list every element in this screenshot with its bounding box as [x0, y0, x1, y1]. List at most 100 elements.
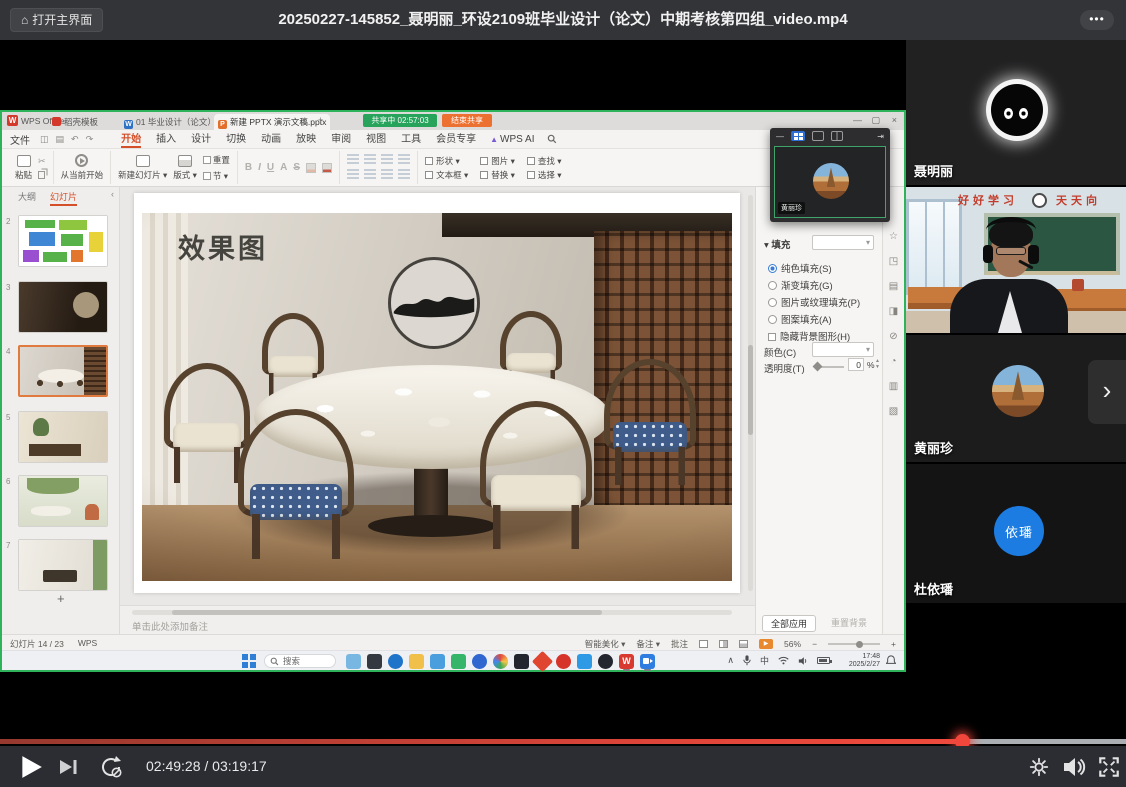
strikethrough-button[interactable]: S [293, 162, 300, 173]
sorter-view-icon[interactable] [719, 640, 728, 648]
print-icon[interactable]: ▤ [56, 134, 65, 145]
taskbar-app-icon[interactable] [598, 654, 613, 669]
slide-thumbnail-2[interactable] [18, 215, 108, 267]
slide-thumbnail-6[interactable] [18, 475, 108, 527]
tab-slides[interactable]: 幻灯片 [50, 190, 77, 206]
taskbar-app-icon[interactable] [514, 654, 529, 669]
textbox-button[interactable]: 文本框 ▾ [425, 169, 468, 181]
microphone-icon[interactable] [743, 655, 751, 666]
tab-outline[interactable]: 大纲 [18, 190, 36, 203]
menu-transition[interactable]: 切换 [226, 130, 246, 148]
radio-g radient-fill[interactable]: 渐变填充(G) [768, 278, 833, 292]
add-slide-button[interactable]: + [57, 591, 65, 606]
numbering-icon[interactable] [364, 169, 376, 181]
checkbox-hide-background[interactable]: 隐藏背景图形(H) [768, 329, 850, 343]
tab-docer-template[interactable]: 稻壳模板 [48, 114, 102, 130]
fill-section-header[interactable]: ▾ 填充 [764, 237, 790, 251]
highlight-color-chip[interactable] [306, 163, 316, 173]
bold-button[interactable]: B [245, 162, 252, 173]
overlay-collapse-icon[interactable]: ⇥ [877, 132, 884, 141]
star-icon[interactable]: ☆ [889, 231, 898, 242]
ime-indicator[interactable]: 中 [760, 654, 769, 667]
battery-icon[interactable] [817, 657, 830, 664]
more-pane-icon[interactable]: ▧ [889, 406, 898, 417]
settings-gear-button[interactable] [1028, 756, 1050, 778]
open-main-ui-button[interactable]: ⌂打开主界面 [10, 8, 103, 32]
radio-pattern-fill[interactable]: 图案填充(A) [768, 312, 832, 326]
notes-toggle-button[interactable]: 备注 ▾ [636, 638, 660, 650]
radio-solid-fill[interactable]: 纯色填充(S) [768, 261, 832, 275]
tray-expand-icon[interactable]: ∧ [727, 655, 734, 666]
start-button[interactable] [242, 654, 256, 668]
fill-preset-dropdown[interactable]: ▾ [812, 235, 874, 250]
save-icon[interactable]: ◫ [40, 134, 49, 145]
comments-button[interactable]: 批注 [671, 638, 688, 650]
redo-icon[interactable]: ↷ [86, 134, 94, 145]
wps-taskbar-icon[interactable]: W [619, 654, 634, 669]
reset-background-button[interactable]: 重置背景 [822, 615, 876, 632]
notes-pane-icon[interactable]: ▥ [889, 381, 898, 392]
play-button[interactable] [18, 754, 44, 780]
overlay-minimize-icon[interactable]: — [776, 132, 784, 141]
horizontal-scrollbar[interactable] [132, 610, 732, 615]
taskbar-app-icon[interactable] [577, 654, 592, 669]
chrome-browser-icon[interactable] [493, 654, 508, 669]
select-button[interactable]: 选择 ▾ [527, 169, 562, 181]
notes-placeholder[interactable]: 单击此处添加备注 [132, 619, 208, 633]
menu-review[interactable]: 审阅 [331, 130, 351, 148]
speaker-view-icon[interactable] [791, 131, 805, 141]
taskbar-app-icon[interactable] [451, 654, 466, 669]
menu-wps-ai[interactable]: ▲WPS AI [490, 134, 534, 145]
help-icon[interactable]: ◔ [890, 356, 896, 367]
new-tab-button[interactable]: + [318, 115, 323, 125]
end-share-button[interactable]: 结束共享 [442, 114, 492, 127]
menu-home[interactable]: 开始 [121, 130, 141, 148]
apply-all-button[interactable]: 全部应用 [762, 615, 816, 632]
wps-cloud-label[interactable]: WPS [78, 638, 97, 650]
transparency-stepper[interactable]: ▲▼ [875, 358, 880, 370]
menu-view[interactable]: 视图 [366, 130, 386, 148]
zoom-slider[interactable] [828, 643, 880, 645]
font-color-button[interactable]: A [280, 162, 287, 173]
current-slide[interactable]: 效果图 [134, 193, 740, 593]
taskbar-app-icon[interactable] [346, 654, 361, 669]
more-options-button[interactable]: ••• [1080, 10, 1114, 30]
slide-thumbnail-7[interactable] [18, 539, 108, 591]
undo-icon[interactable]: ↶ [71, 134, 79, 145]
menu-file[interactable]: 文件 [10, 132, 30, 147]
vertical-scrollbar[interactable] [748, 195, 753, 591]
taskbar-app-icon[interactable] [532, 650, 553, 671]
collapse-panel-icon[interactable]: ‹ [111, 189, 114, 199]
playback-loop-button[interactable] [98, 754, 124, 780]
shapes-button[interactable]: 形状 ▾ [425, 155, 468, 167]
slider-handle[interactable] [813, 362, 823, 372]
slideshow-play-button[interactable]: ▶ [759, 639, 773, 649]
tab-pptx-active[interactable]: P新建 PPTX 演示文稿.pptx [214, 114, 330, 130]
bullets-icon[interactable] [347, 169, 359, 181]
tab-dropdown-icon[interactable]: ▾ [302, 115, 307, 126]
window-close-icon[interactable]: × [892, 115, 897, 125]
properties-icon[interactable]: ◳ [889, 256, 898, 267]
taskbar-search[interactable]: 搜索 [264, 654, 336, 668]
menu-member[interactable]: 会员专享 [436, 130, 476, 148]
find-button[interactable]: 查找 ▾ [527, 155, 562, 167]
notification-bell-icon[interactable] [886, 655, 896, 666]
next-participants-button[interactable]: › [1088, 360, 1126, 424]
menu-design[interactable]: 设计 [191, 130, 211, 148]
align-left-icon[interactable] [347, 154, 359, 166]
file-explorer-icon[interactable] [409, 654, 424, 669]
section-button[interactable]: 节 ▾ [203, 170, 230, 182]
spellcheck-icon[interactable]: ⊘ [889, 331, 897, 342]
wifi-icon[interactable] [778, 656, 789, 665]
volume-button[interactable] [1062, 756, 1086, 778]
window-minimize-icon[interactable]: — [853, 115, 862, 125]
taskbar-app-icon[interactable] [367, 654, 382, 669]
reset-slide-button[interactable]: 重置 [203, 154, 230, 166]
slide-thumbnail-5[interactable] [18, 411, 108, 463]
menu-slideshow[interactable]: 放映 [296, 130, 316, 148]
overlay-video-tile[interactable]: 黄丽珍 [774, 146, 886, 218]
color-dropdown[interactable]: ▾ [812, 342, 874, 357]
justify-icon[interactable] [398, 154, 410, 166]
window-maximize-icon[interactable]: ▢ [871, 115, 880, 126]
align-center-icon[interactable] [364, 154, 376, 166]
